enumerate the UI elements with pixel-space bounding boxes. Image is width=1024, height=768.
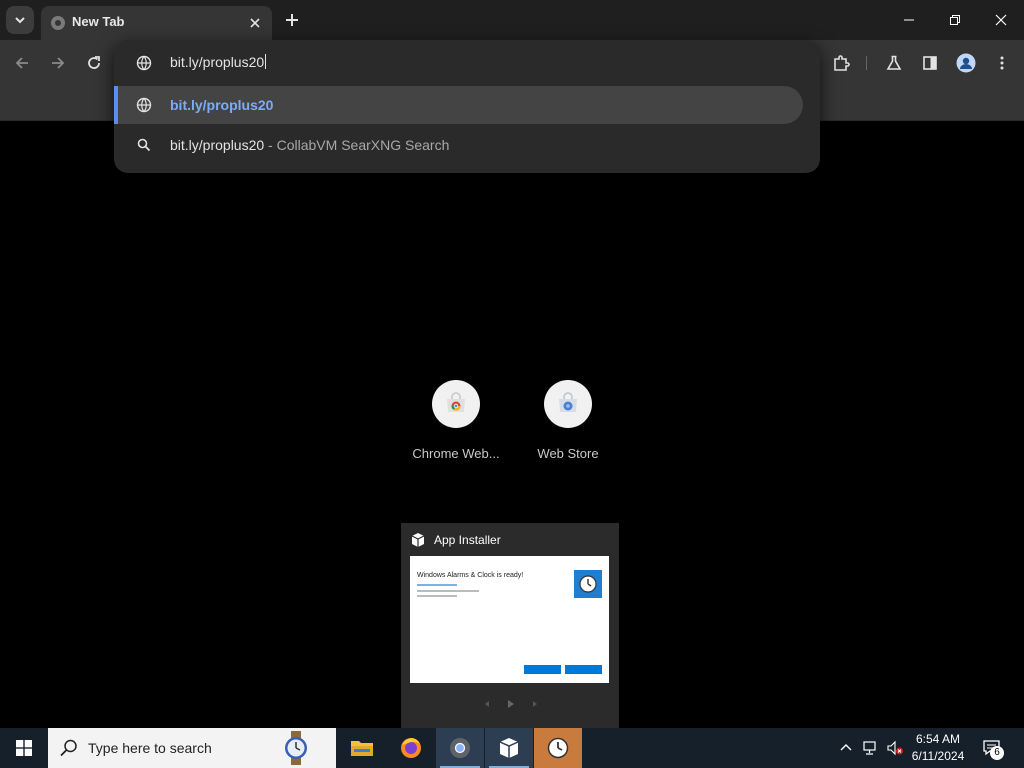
restore-icon xyxy=(950,15,960,25)
reload-icon xyxy=(88,56,100,69)
preview-button xyxy=(524,665,561,674)
tab-search-button[interactable] xyxy=(6,6,34,34)
selection-indicator xyxy=(114,86,118,124)
search-icon xyxy=(60,739,77,757)
folder-icon xyxy=(351,741,373,756)
search-icon xyxy=(137,138,151,152)
chrome-favicon-icon xyxy=(51,16,65,30)
chevron-down-icon xyxy=(15,17,25,24)
volume-muted-icon[interactable] xyxy=(886,740,904,756)
taskbar-app-installer[interactable] xyxy=(485,728,533,768)
taskbar-chrome[interactable] xyxy=(436,728,484,768)
taskbar-file-explorer[interactable] xyxy=(338,728,386,768)
back-button[interactable] xyxy=(10,51,34,75)
restore-button[interactable] xyxy=(943,8,967,32)
avatar-icon xyxy=(956,53,976,73)
tab-close-button[interactable] xyxy=(246,14,264,32)
suggestion-text: bit.ly/proplus20 - CollabVM SearXNG Sear… xyxy=(170,137,449,153)
clock-icon xyxy=(579,575,597,593)
network-icon[interactable] xyxy=(862,740,880,756)
tab-title: New Tab xyxy=(72,14,125,29)
suggestion-engine: - CollabVM SearXNG Search xyxy=(264,137,450,153)
system-clock[interactable]: 6:54 AM 6/11/2024 xyxy=(906,731,970,765)
close-icon xyxy=(995,14,1007,26)
firefox-icon xyxy=(401,738,421,758)
omnibox-suggestion-url[interactable]: bit.ly/proplus20 xyxy=(114,86,803,124)
omnibox-value: bit.ly/proplus20 xyxy=(170,54,265,70)
watch-icon[interactable] xyxy=(278,730,314,766)
suggestion-query: bit.ly/proplus20 xyxy=(170,137,265,153)
suggestion-text: bit.ly/proplus20 xyxy=(170,97,274,113)
title-bar: New Tab xyxy=(0,0,1024,40)
close-icon xyxy=(250,18,260,28)
side-panel-button[interactable] xyxy=(918,51,942,75)
clock-date: 6/11/2024 xyxy=(911,749,965,763)
more-vert-icon xyxy=(1000,56,1004,70)
close-window-button[interactable] xyxy=(989,8,1013,32)
shortcut-icon xyxy=(544,380,592,428)
notification-count-badge: 6 xyxy=(990,746,1004,760)
new-tab-button[interactable] xyxy=(282,10,302,30)
forward-button[interactable] xyxy=(46,51,70,75)
flask-icon xyxy=(886,55,902,70)
arrow-right-icon xyxy=(52,57,65,69)
chrome-web-store-icon xyxy=(447,392,465,412)
minimize-icon xyxy=(904,19,914,21)
app-installer-icon xyxy=(411,533,425,547)
clock-icon xyxy=(547,737,569,759)
taskbar-alarms-clock[interactable] xyxy=(534,728,582,768)
minimize-button[interactable] xyxy=(897,8,921,32)
menu-button[interactable] xyxy=(990,51,1014,75)
thumbnail-title: App Installer xyxy=(434,533,501,547)
shortcut-web-store[interactable]: Web Store xyxy=(513,380,623,470)
clock-app-tile xyxy=(574,570,602,598)
preview-button xyxy=(565,665,602,674)
shortcut-chrome-web-store[interactable]: Chrome Web... xyxy=(401,380,511,470)
globe-icon xyxy=(136,55,152,71)
chrome-icon xyxy=(450,738,470,758)
omnibox-input[interactable]: bit.ly/proplus20 xyxy=(170,54,267,70)
preview-heading: Windows Alarms & Clock is ready! xyxy=(417,572,524,579)
labs-button[interactable] xyxy=(882,51,906,75)
app-installer-thumbnail[interactable]: App Installer Windows Alarms & Clock is … xyxy=(401,523,619,728)
arrow-left-icon xyxy=(15,57,28,69)
shortcut-label: Web Store xyxy=(537,446,599,461)
action-center-button[interactable]: 6 xyxy=(980,736,1006,762)
omnibox-dropdown: bit.ly/proplus20 bit.ly/proplus20 bit.ly… xyxy=(114,40,820,173)
puzzle-icon xyxy=(834,55,850,71)
preview-line xyxy=(417,595,457,597)
windows-logo-icon xyxy=(16,740,32,756)
text-caret xyxy=(265,54,267,69)
plus-icon xyxy=(286,14,298,26)
web-store-icon xyxy=(559,392,577,412)
omnibox[interactable]: bit.ly/proplus20 xyxy=(114,40,820,84)
extensions-button[interactable] xyxy=(829,51,853,75)
taskbar-search[interactable]: Type here to search xyxy=(48,728,336,768)
thumbnail-preview: Windows Alarms & Clock is ready! xyxy=(410,556,609,683)
shortcut-icon xyxy=(432,380,480,428)
reload-button[interactable] xyxy=(82,51,106,75)
omnibox-suggestion-search[interactable]: bit.ly/proplus20 - CollabVM SearXNG Sear… xyxy=(114,126,820,164)
globe-icon xyxy=(136,97,152,113)
taskbar: Type here to search 6:54 AM 6/11/2024 6 xyxy=(0,728,1024,768)
shortcut-label: Chrome Web... xyxy=(412,446,500,461)
media-controls-icon xyxy=(485,700,537,708)
taskbar-firefox[interactable] xyxy=(387,728,435,768)
chevron-up-icon[interactable] xyxy=(838,740,854,756)
side-panel-icon xyxy=(923,56,937,70)
profile-button[interactable] xyxy=(954,51,978,75)
tab-new-tab[interactable]: New Tab xyxy=(41,6,272,40)
start-button[interactable] xyxy=(0,728,48,768)
app-installer-icon xyxy=(499,738,519,758)
preview-line xyxy=(417,584,457,586)
preview-line xyxy=(417,590,479,592)
search-placeholder: Type here to search xyxy=(88,740,212,756)
clock-time: 6:54 AM xyxy=(915,732,961,746)
toolbar-divider xyxy=(866,56,867,70)
